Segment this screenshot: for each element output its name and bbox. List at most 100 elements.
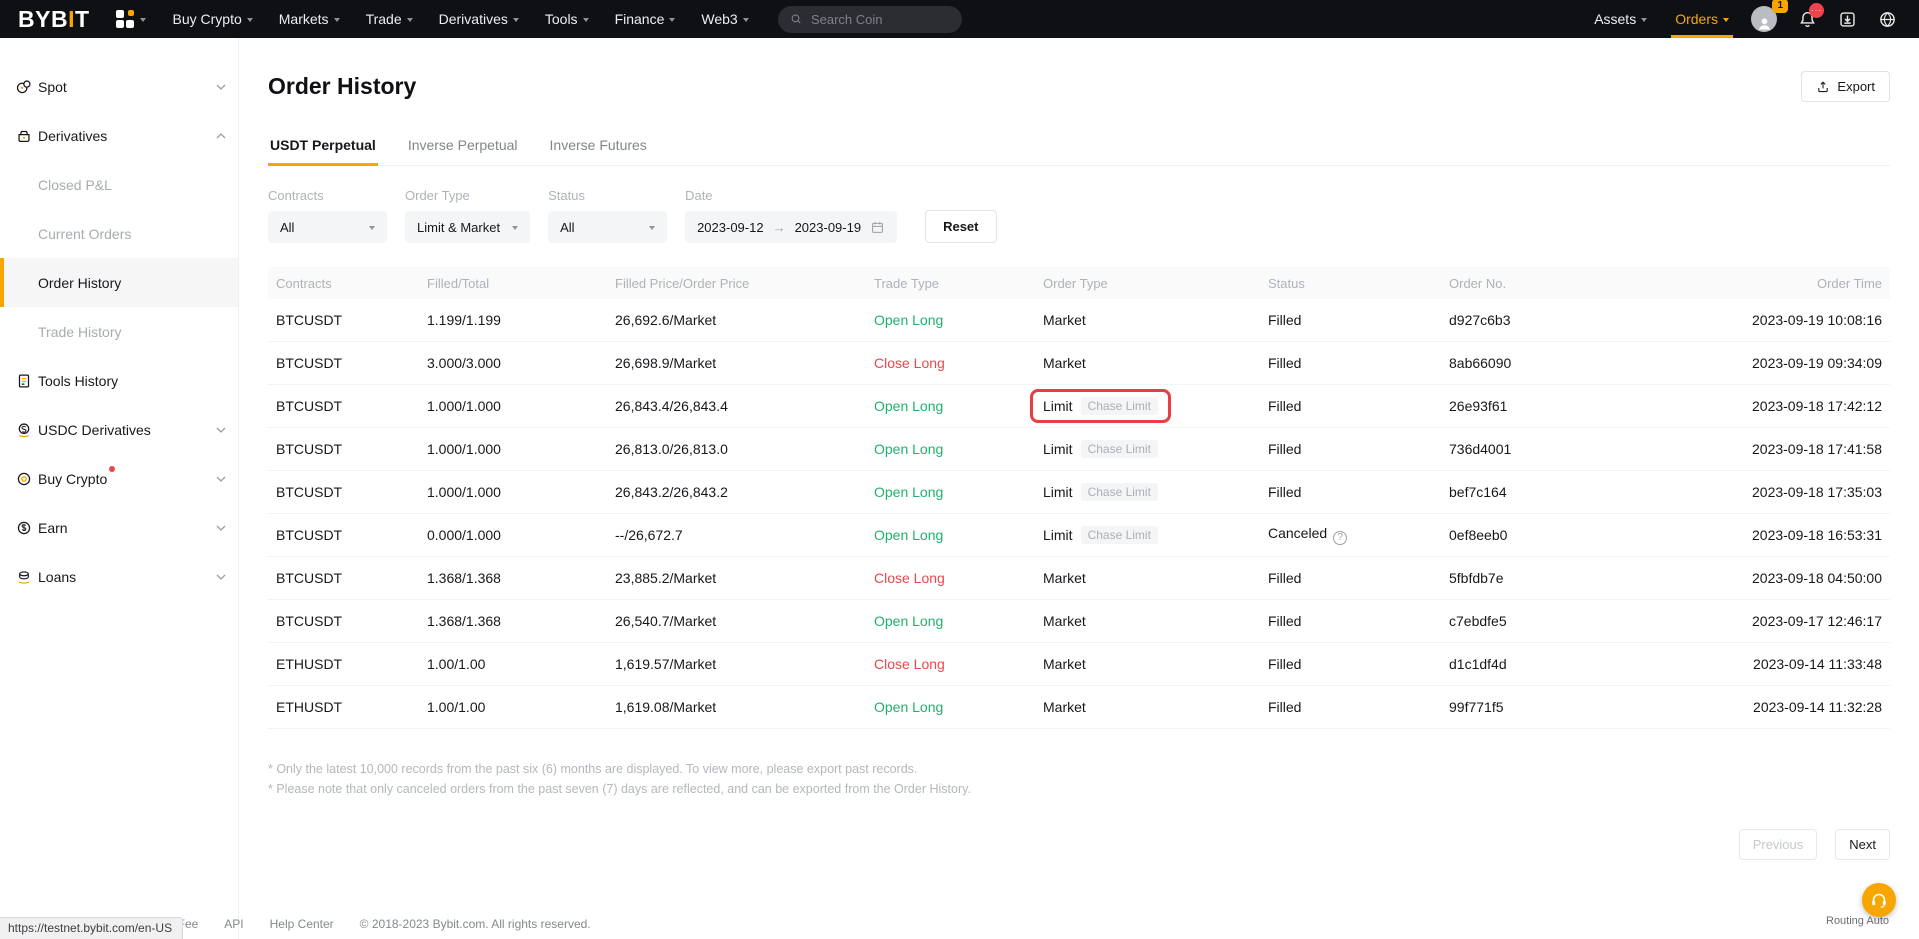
cell-order-no: bef7c164	[1449, 484, 1729, 500]
cell-filled-total: 1.368/1.368	[427, 613, 615, 629]
sidebar-item-usdc-derivatives[interactable]: USDC Derivatives	[0, 405, 238, 454]
cell-order-no: 26e93f61	[1449, 398, 1729, 414]
nav-item-trade[interactable]: Trade	[353, 0, 426, 38]
nav-item-label: Web3	[701, 11, 737, 27]
chevron-down-icon	[216, 525, 226, 531]
export-button[interactable]: Export	[1801, 71, 1890, 102]
cell-status: Filled	[1268, 656, 1449, 672]
cell-filled-total: 1.000/1.000	[427, 484, 615, 500]
main-content: Order History Export USDT Perpetual Inver…	[239, 38, 1919, 939]
nav-item-derivatives[interactable]: Derivatives	[426, 0, 532, 38]
sidebar-item-label: Derivatives	[38, 128, 107, 144]
nav-item-tools[interactable]: Tools	[532, 0, 602, 38]
cell-filled-total: 0.000/1.000	[427, 527, 615, 543]
cell-filled-price: 23,885.2/Market	[615, 570, 874, 586]
chevron-down-icon	[743, 18, 749, 22]
cell-filled-price: 1,619.57/Market	[615, 656, 874, 672]
chevron-down-icon	[369, 226, 375, 230]
cell-filled-price: 26,843.4/26,843.4	[615, 398, 874, 414]
table-row: BTCUSDT1.368/1.36823,885.2/MarketClose L…	[268, 557, 1890, 600]
table-row: BTCUSDT1.000/1.00026,813.0/26,813.0Open …	[268, 428, 1890, 471]
sidebar-item-tools-history[interactable]: Tools History	[0, 356, 238, 405]
export-icon	[1816, 80, 1830, 94]
previous-page-button[interactable]: Previous	[1739, 829, 1818, 860]
sidebar-item-label: Loans	[38, 569, 76, 585]
sidebar-item-derivatives[interactable]: Derivatives	[0, 111, 238, 160]
cell-contracts: ETHUSDT	[276, 699, 427, 715]
cell-order-no: c7ebdfe5	[1449, 613, 1729, 629]
sidebar-item-earn[interactable]: Earn	[0, 503, 238, 552]
pagination: Previous Next	[268, 829, 1890, 860]
cell-order-time: 2023-09-18 17:42:12	[1729, 398, 1882, 414]
chase-limit-highlight-box: LimitChase Limit	[1030, 389, 1171, 423]
cell-filled-price: 1,619.08/Market	[615, 699, 874, 715]
contracts-select[interactable]: All	[268, 211, 387, 243]
sidebar-item-label: Buy Crypto	[38, 471, 107, 487]
sidebar-item-label: Current Orders	[38, 226, 131, 242]
nav-item-orders[interactable]: Orders	[1663, 0, 1741, 38]
next-page-button[interactable]: Next	[1835, 829, 1890, 860]
search-box[interactable]	[778, 6, 962, 33]
column-header-order-type: Order Type	[1043, 276, 1268, 291]
footer-link-api[interactable]: API	[224, 917, 243, 931]
sidebar-item-loans[interactable]: Loans	[0, 552, 238, 601]
cell-order-type: LimitChase Limit	[1043, 389, 1268, 423]
nav-item-assets[interactable]: Assets	[1582, 0, 1659, 38]
cell-order-time: 2023-09-19 09:34:09	[1729, 355, 1882, 371]
reset-button[interactable]: Reset	[925, 210, 996, 243]
sidebar-item-buy-crypto[interactable]: Buy Crypto	[0, 454, 238, 503]
sidebar-item-spot[interactable]: Spot	[0, 62, 238, 111]
downloads-button[interactable]	[1829, 0, 1865, 38]
sidebar-item-label: Closed P&L	[38, 177, 112, 193]
status-select[interactable]: All	[548, 211, 667, 243]
sidebar-item-trade-history[interactable]: Trade History	[0, 307, 238, 356]
nav-item-web3[interactable]: Web3	[688, 0, 761, 38]
sidebar-item-order-history[interactable]: Order History	[0, 258, 238, 307]
apps-menu-button[interactable]	[116, 10, 146, 28]
order-type-select[interactable]: Limit & Market	[405, 211, 530, 243]
date-range-picker[interactable]: 2023-09-12 → 2023-09-19	[685, 211, 897, 243]
page-title: Order History	[268, 73, 416, 100]
arrow-right-icon: →	[773, 220, 786, 235]
new-badge-dot	[109, 466, 115, 472]
notifications-button[interactable]: ···	[1789, 0, 1825, 38]
bell-badge: ···	[1809, 3, 1824, 18]
cell-trade-type: Close Long	[874, 355, 1043, 371]
nav-item-markets[interactable]: Markets	[266, 0, 353, 38]
language-button[interactable]	[1869, 0, 1905, 38]
cell-trade-type: Open Long	[874, 398, 1043, 414]
avatar[interactable]: 1	[1751, 6, 1777, 32]
cell-order-no: 5fbfdb7e	[1449, 570, 1729, 586]
table-header-row: ContractsFilled/TotalFilled Price/Order …	[268, 267, 1890, 299]
sidebar-item-label: Earn	[38, 520, 68, 536]
footer-link-help-center[interactable]: Help Center	[270, 917, 334, 931]
bybit-logo[interactable]: BYBIT	[18, 6, 90, 33]
nav-item-label: Tools	[545, 11, 578, 27]
copyright: © 2018-2023 Bybit.com. All rights reserv…	[360, 917, 591, 931]
nav-item-finance[interactable]: Finance	[602, 0, 689, 38]
tools-history-icon	[15, 372, 33, 390]
tab-inverse-futures[interactable]: Inverse Futures	[548, 128, 649, 165]
footnotes: * Only the latest 10,000 records from th…	[268, 759, 1890, 799]
info-question-icon[interactable]: ?	[1333, 531, 1347, 545]
nav-item-buy-crypto[interactable]: Buy Crypto	[160, 0, 266, 38]
cell-filled-total: 1.00/1.00	[427, 656, 615, 672]
usdc-derivatives-icon	[15, 421, 33, 439]
column-header-order-no: Order No.	[1449, 276, 1729, 291]
cell-trade-type: Open Long	[874, 441, 1043, 457]
cell-trade-type: Open Long	[874, 699, 1043, 715]
notification-count-badge: 1	[1772, 0, 1788, 13]
support-chat-button[interactable]	[1862, 883, 1896, 917]
sidebar-item-closed-p-l[interactable]: Closed P&L	[0, 160, 238, 209]
contracts-filter-label: Contracts	[268, 188, 387, 203]
cell-trade-type: Close Long	[874, 570, 1043, 586]
search-input[interactable]	[809, 11, 950, 28]
earn-icon	[15, 519, 33, 537]
tab-inverse-perpetual[interactable]: Inverse Perpetual	[406, 128, 520, 165]
column-header-contracts: Contracts	[276, 276, 427, 291]
cell-status: Filled	[1268, 613, 1449, 629]
sidebar-item-current-orders[interactable]: Current Orders	[0, 209, 238, 258]
tab-usdt-perpetual[interactable]: USDT Perpetual	[268, 128, 378, 165]
cell-order-time: 2023-09-18 04:50:00	[1729, 570, 1882, 586]
date-filter-label: Date	[685, 188, 897, 203]
